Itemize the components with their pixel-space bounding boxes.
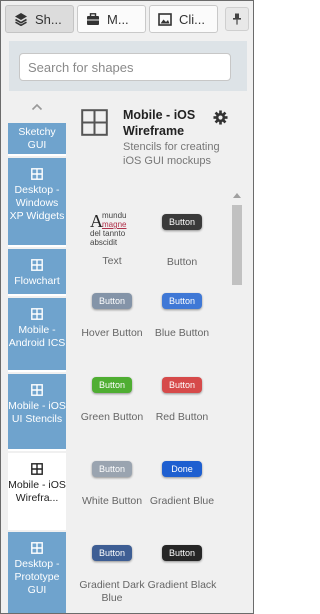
shape-label: Green Button	[80, 411, 144, 423]
text-preview: A mundu magne del tannto abscidit	[90, 209, 134, 249]
pin-icon	[233, 13, 241, 25]
category-label: Sketchy GUI	[18, 126, 56, 151]
sidebar-item-sketchy-gui[interactable]: Sketchy GUI	[8, 123, 66, 156]
gear-icon[interactable]	[213, 110, 228, 125]
shape-label: Blue Button	[154, 327, 210, 339]
tab-label: Sh...	[35, 11, 62, 27]
shape-label: Red Button	[155, 411, 209, 423]
collection-description: Stencils for creating iOS GUI mockups	[123, 141, 220, 167]
search-input[interactable]	[19, 53, 231, 81]
shape-gradient-blue[interactable]: Done Gradient Blue	[143, 459, 221, 508]
shape-text[interactable]: A mundu magne del tannto abscidit Text	[73, 209, 151, 268]
shape-label: Gradient Blue	[149, 495, 215, 507]
briefcase-icon	[87, 12, 99, 25]
shape-gradient-dark-blue[interactable]: Button Gradient Dark Blue	[73, 543, 151, 605]
button-preview: Button	[92, 545, 132, 561]
shape-white-button[interactable]: Button White Button	[73, 459, 151, 508]
pin-button[interactable]	[225, 7, 249, 31]
button-preview: Button	[162, 377, 202, 393]
category-label: Desktop - Windows XP Widgets	[9, 184, 65, 222]
shape-label: White Button	[81, 495, 143, 507]
grid-icon	[31, 542, 43, 554]
layers-icon	[15, 13, 27, 26]
shapes-panel: Sh... M... Cli... Search for shapes Sket…	[0, 0, 254, 614]
grid-icon	[31, 259, 43, 271]
sidebar-item-flowchart[interactable]: Flowchart	[8, 249, 66, 296]
button-preview: Button	[162, 545, 202, 561]
shape-hover-button[interactable]: Button Hover Button	[73, 291, 151, 340]
shape-gradient-black[interactable]: Button Gradient Black	[143, 543, 221, 592]
shape-label: Gradient Dark Blue	[79, 579, 145, 604]
button-preview: Button	[162, 293, 202, 309]
button-preview: Button	[92, 293, 132, 309]
category-label: Mobile - iOS UI Stencils	[8, 400, 66, 425]
shape-label: Hover Button	[81, 327, 143, 339]
sidebar-item-mobile-android-ics[interactable]: Mobile - Android ICS	[8, 298, 66, 372]
shape-blue-button[interactable]: Button Blue Button	[143, 291, 221, 340]
shape-label: Gradient Black	[147, 579, 217, 591]
collection-title: Mobile - iOS Wireframe	[123, 108, 196, 138]
button-preview: Button	[92, 377, 132, 393]
grid-icon	[31, 168, 43, 180]
category-sidebar: Sketchy GUI Desktop - Windows XP Widgets…	[8, 96, 66, 613]
grid-icon	[31, 463, 43, 475]
sidebar-scroll-up-button[interactable]	[8, 96, 66, 118]
sidebar-item-desktop-prototype-gui[interactable]: Desktop - Prototype GUI	[8, 532, 66, 613]
shape-green-button[interactable]: Button Green Button	[73, 375, 151, 424]
tab-my-shapes[interactable]: M...	[77, 5, 146, 33]
shapes-scrollbar[interactable]	[231, 191, 243, 613]
scroll-up-arrow-icon[interactable]	[233, 193, 241, 198]
shape-red-button[interactable]: Button Red Button	[143, 375, 221, 424]
sidebar-item-mobile-ios-ui-stencils[interactable]: Mobile - iOS UI Stencils	[8, 374, 66, 451]
grid-icon	[31, 308, 43, 320]
collection-grid-icon	[81, 109, 108, 136]
preview-word: del tannto	[90, 229, 126, 238]
grid-icon	[31, 384, 43, 396]
shape-button[interactable]: Button Button	[143, 209, 221, 269]
image-icon	[158, 12, 172, 26]
preview-word: mundu	[102, 211, 127, 220]
chevron-up-icon	[31, 103, 43, 111]
search-bar	[9, 41, 247, 91]
button-preview: Button	[162, 214, 202, 230]
category-label: Mobile - iOS Wirefra...	[8, 479, 66, 504]
category-label: Mobile - Android ICS	[8, 324, 66, 349]
tab-bar: Sh... M... Cli...	[1, 1, 253, 39]
tab-clipart[interactable]: Cli...	[149, 5, 218, 33]
category-label: Desktop - Prototype GUI	[14, 558, 60, 596]
shapes-grid: A mundu magne del tannto abscidit Text B…	[73, 191, 253, 613]
category-label: Flowchart	[14, 275, 60, 287]
scrollbar-thumb[interactable]	[232, 205, 242, 285]
button-preview: Done	[162, 461, 202, 477]
sidebar-item-mobile-ios-wireframe[interactable]: Mobile - iOS Wirefra...	[8, 453, 66, 530]
sidebar-item-desktop-windows-xp[interactable]: Desktop - Windows XP Widgets	[8, 158, 66, 247]
shape-label: Button	[166, 256, 198, 268]
shape-label: Text	[102, 255, 122, 267]
preview-word: abscidit	[90, 238, 118, 247]
button-preview: Button	[92, 461, 132, 477]
preview-word: magne	[102, 220, 127, 229]
tab-label: M...	[107, 11, 129, 27]
tab-label: Cli...	[179, 11, 205, 27]
tab-shapes[interactable]: Sh...	[5, 5, 74, 33]
